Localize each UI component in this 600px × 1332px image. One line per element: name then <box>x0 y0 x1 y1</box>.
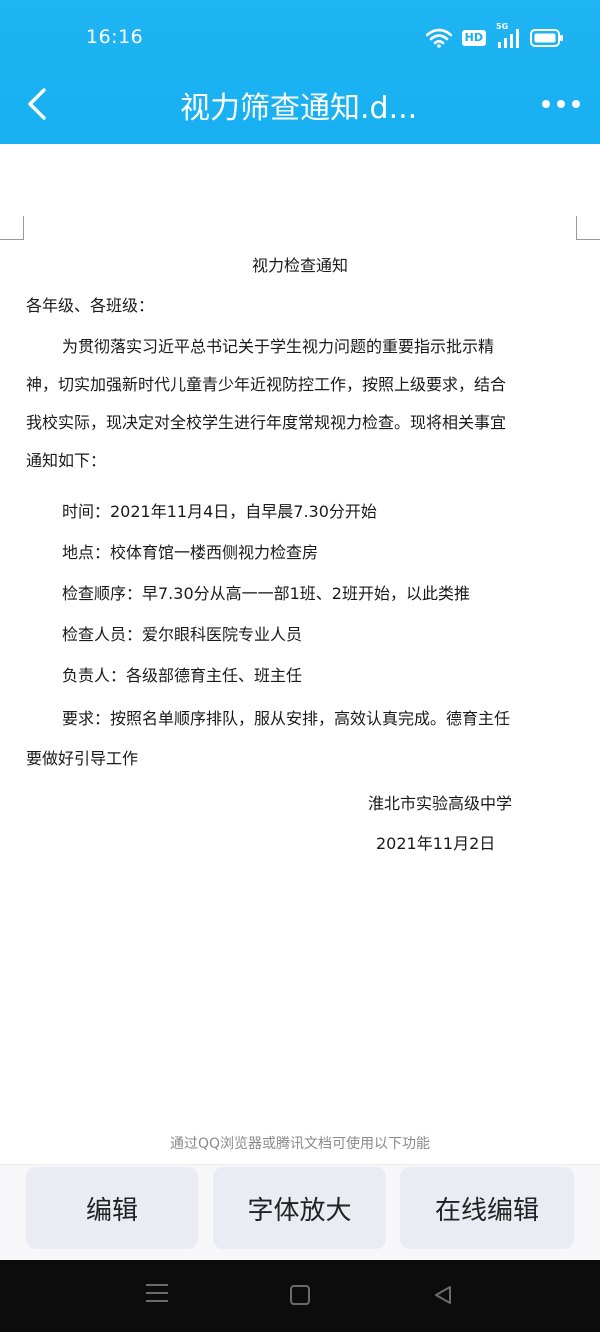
document-preview[interactable]: 视力检查通知 各年级、各班级： 为贯彻落实习近平总书记关于学生视力问题的重要指示… <box>0 144 600 1160</box>
page-title: 视力筛查通知.d... <box>180 91 418 126</box>
signal-icon: 5G <box>496 22 520 50</box>
more-dot <box>542 100 550 108</box>
page-corner-mark <box>576 216 600 240</box>
font-enlarge-button[interactable]: 字体放大 <box>213 1167 386 1249</box>
menu-line <box>146 1284 168 1286</box>
paragraph-line: 神，切实加强新时代儿童青少年近视防控工作，按照上级要求，结合 <box>26 375 507 394</box>
menu-line <box>146 1292 168 1294</box>
more-button[interactable] <box>542 90 580 118</box>
document-date: 2021年11月2日 <box>376 834 496 853</box>
action-bar: 编辑 字体放大 在线编辑 <box>0 1164 600 1260</box>
battery-icon <box>530 29 563 47</box>
home-button[interactable] <box>290 1285 310 1305</box>
more-dot <box>557 100 565 108</box>
hd-badge: HD <box>461 30 486 46</box>
item-requirement: 要求：按照名单顺序排队，服从安排，高效认真完成。德育主任 <box>62 709 511 728</box>
status-time: 16:16 <box>86 26 144 48</box>
recent-apps-button[interactable] <box>146 1284 168 1304</box>
item-responsible: 负责人：各级部德育主任、班主任 <box>62 666 303 685</box>
paragraph-line: 为贯彻落实习近平总书记关于学生视力问题的重要指示批示精 <box>62 337 495 356</box>
item-time: 时间：2021年11月4日，自早晨7.30分开始 <box>62 502 377 521</box>
feature-hint: 通过QQ浏览器或腾讯文档可使用以下功能 <box>169 1136 431 1152</box>
menu-line <box>146 1300 168 1302</box>
system-back-button[interactable] <box>432 1284 454 1306</box>
more-dot <box>572 100 580 108</box>
document-title: 视力检查通知 <box>251 256 348 275</box>
paragraph-line: 通知如下： <box>26 451 107 470</box>
item-requirement-continued: 要做好引导工作 <box>26 749 139 768</box>
item-order: 检查顺序：早7.30分从高一一部1班、2班开始，以此类推 <box>62 584 470 603</box>
document-salutation: 各年级、各班级： <box>26 296 155 315</box>
status-icons: HD 5G <box>425 22 564 52</box>
page-corner-mark <box>0 216 24 240</box>
triangle-back-icon <box>435 1286 451 1304</box>
paragraph-line: 我校实际，现决定对全校学生进行年度常规视力检查。现将相关事宜 <box>26 413 507 432</box>
intro-paragraph: 为贯彻落实习近平总书记关于学生视力问题的重要指示批示精 神，切实加强新时代儿童青… <box>26 328 574 480</box>
app-header: 16:16 HD 5G 视力筛查通知.d... <box>0 0 600 144</box>
edit-button[interactable]: 编辑 <box>26 1167 198 1249</box>
system-nav-bar <box>0 1260 600 1332</box>
wifi-icon <box>425 28 452 48</box>
online-edit-button[interactable]: 在线编辑 <box>400 1167 574 1249</box>
signal-label: 5G <box>496 22 509 31</box>
document-signer: 淮北市实验高级中学 <box>368 794 513 813</box>
item-examiners: 检查人员：爱尔眼科医院专业人员 <box>62 625 303 644</box>
item-place: 地点：校体育馆一楼西侧视力检查房 <box>62 543 319 562</box>
back-button[interactable] <box>18 82 58 126</box>
chevron-left-icon <box>28 88 46 120</box>
